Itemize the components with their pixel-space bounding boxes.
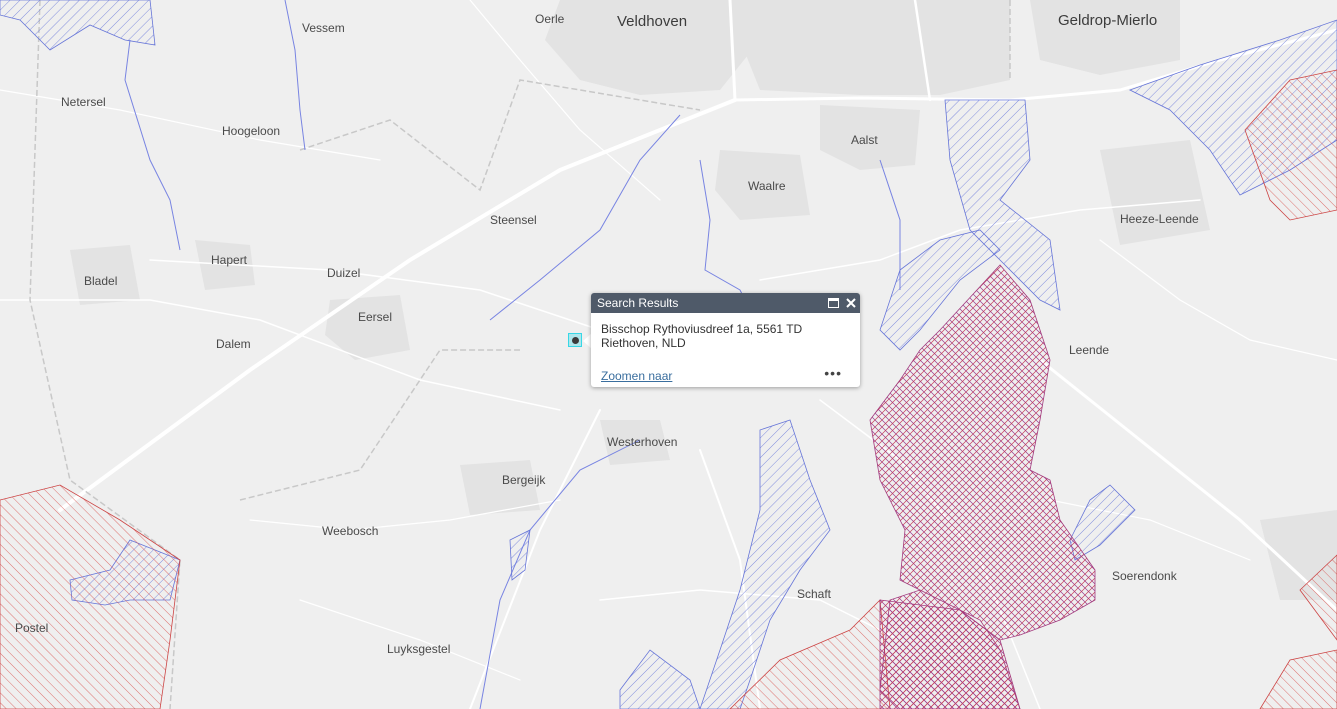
label-aalst: Aalst — [851, 133, 878, 147]
popup-header: Search Results — [591, 293, 860, 313]
maximize-button[interactable] — [826, 296, 840, 310]
label-leende: Leende — [1069, 343, 1109, 357]
label-steensel: Steensel — [490, 213, 537, 227]
popup-footer: Zoomen naar ••• — [601, 366, 850, 383]
label-postel: Postel — [15, 621, 48, 635]
zoom-to-link[interactable]: Zoomen naar — [601, 369, 672, 383]
search-result-marker[interactable] — [568, 333, 582, 347]
close-button[interactable] — [844, 296, 858, 310]
label-oerle: Oerle — [535, 12, 565, 26]
maximize-icon — [827, 298, 839, 308]
label-dalem: Dalem — [216, 337, 251, 351]
label-geldrop-mierlo: Geldrop-Mierlo — [1058, 12, 1157, 29]
label-waalre: Waalre — [748, 179, 786, 193]
address-line-1: Bisschop Rythoviusdreef 1a, 5561 TD — [601, 322, 803, 336]
address-line-2: Riethoven, NLD — [601, 336, 686, 350]
label-bladel: Bladel — [84, 274, 117, 288]
more-options-icon[interactable]: ••• — [824, 366, 842, 380]
popup-title: Search Results — [597, 296, 679, 310]
label-soerendonk: Soerendonk — [1112, 569, 1178, 583]
label-netersel: Netersel — [61, 95, 106, 109]
label-bergeijk: Bergeijk — [502, 473, 546, 487]
label-westerhoven: Westerhoven — [607, 435, 677, 449]
label-veldhoven: Veldhoven — [617, 13, 687, 30]
label-schaft: Schaft — [797, 587, 832, 601]
label-eersel: Eersel — [358, 310, 392, 324]
popup-content: Bisschop Rythoviusdreef 1a, 5561 TD Riet… — [591, 313, 860, 350]
label-duizel: Duizel — [327, 266, 360, 280]
label-weebosch: Weebosch — [322, 524, 378, 538]
label-hoogeloon: Hoogeloon — [222, 124, 280, 138]
label-heeze-leende: Heeze-Leende — [1120, 212, 1199, 226]
search-results-popup: Search Results Bisschop Rythoviusdreef 1… — [591, 293, 860, 387]
close-icon — [846, 298, 856, 308]
label-hapert: Hapert — [211, 253, 248, 267]
label-luyksgestel: Luyksgestel — [387, 642, 450, 656]
label-vessem: Vessem — [302, 21, 345, 35]
location-pin-icon — [572, 337, 579, 344]
